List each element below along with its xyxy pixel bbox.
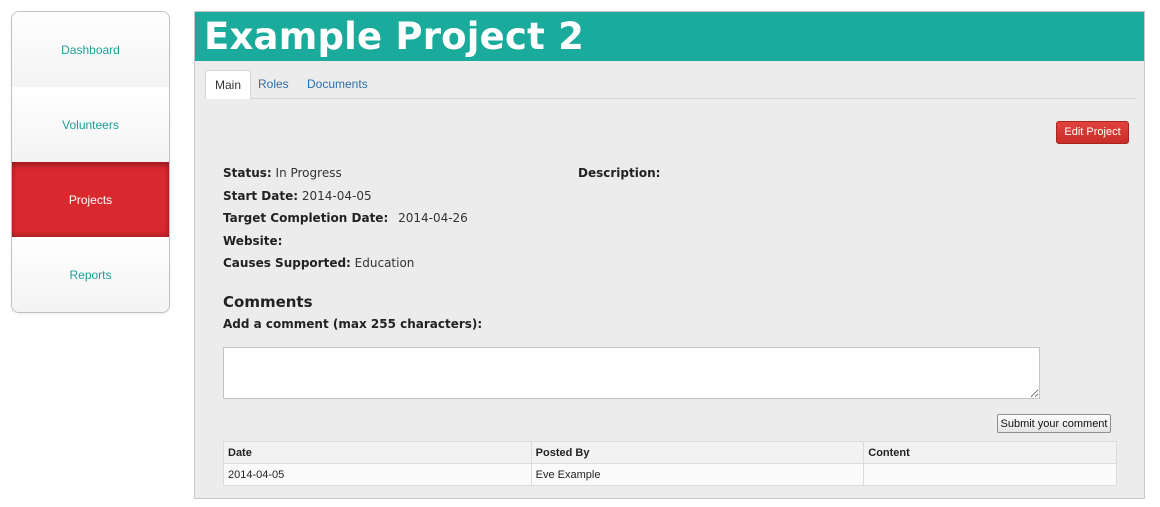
status-row: Status: In Progress (223, 166, 342, 180)
column-header-posted-by: Posted By (530, 441, 865, 464)
tab-main[interactable]: Main (205, 70, 252, 99)
page-title: Example Project 2 (204, 14, 585, 58)
submit-comment-button[interactable]: Submit your comment (997, 414, 1111, 433)
column-header-content: Content (863, 441, 1117, 464)
causes-value: Education (354, 256, 415, 270)
sidebar-item-reports[interactable]: Reports (12, 237, 169, 312)
comments-heading: Comments (223, 293, 313, 311)
cell-date: 2014-04-05 (223, 463, 532, 486)
description-label: Description: (578, 166, 661, 180)
tab-bar: Main Roles Documents (205, 70, 1136, 99)
cell-posted-by: Eve Example (530, 463, 865, 486)
table-header-row: Date Posted By Content (223, 441, 1117, 464)
comments-table: Date Posted By Content 2014-04-05 Eve Ex… (223, 441, 1117, 486)
status-label: Status: (223, 166, 272, 180)
causes-label: Causes Supported: (223, 256, 351, 270)
tab-roles[interactable]: Roles (258, 70, 289, 98)
target-date-value: 2014-04-26 (398, 211, 468, 225)
sidebar-item-volunteers[interactable]: Volunteers (12, 87, 169, 162)
start-date-value: 2014-04-05 (301, 189, 372, 203)
sidebar-nav: Dashboard Volunteers Projects Reports (11, 11, 170, 313)
website-label: Website: (223, 234, 283, 248)
column-header-date: Date (223, 441, 532, 464)
comment-textarea[interactable] (223, 347, 1040, 399)
status-value: In Progress (275, 166, 342, 180)
start-date-label: Start Date: (223, 189, 299, 203)
start-date-row: Start Date: 2014-04-05 (223, 189, 372, 203)
sidebar-item-dashboard[interactable]: Dashboard (12, 12, 169, 87)
website-row: Website: (223, 234, 282, 248)
causes-row: Causes Supported: Education (223, 256, 414, 270)
title-bar: Example Project 2 (195, 12, 1144, 61)
target-date-label: Target Completion Date: (223, 211, 389, 225)
cell-content (863, 463, 1117, 486)
main-panel: Example Project 2 Main Roles Documents E… (194, 11, 1145, 499)
edit-project-button[interactable]: Edit Project (1056, 121, 1129, 144)
sidebar-item-projects[interactable]: Projects (12, 162, 169, 237)
tab-documents[interactable]: Documents (307, 70, 368, 98)
target-date-row: Target Completion Date: 2014-04-26 (223, 211, 468, 225)
add-comment-label: Add a comment (max 255 characters): (223, 317, 483, 331)
table-row: 2014-04-05 Eve Example (223, 463, 1117, 486)
